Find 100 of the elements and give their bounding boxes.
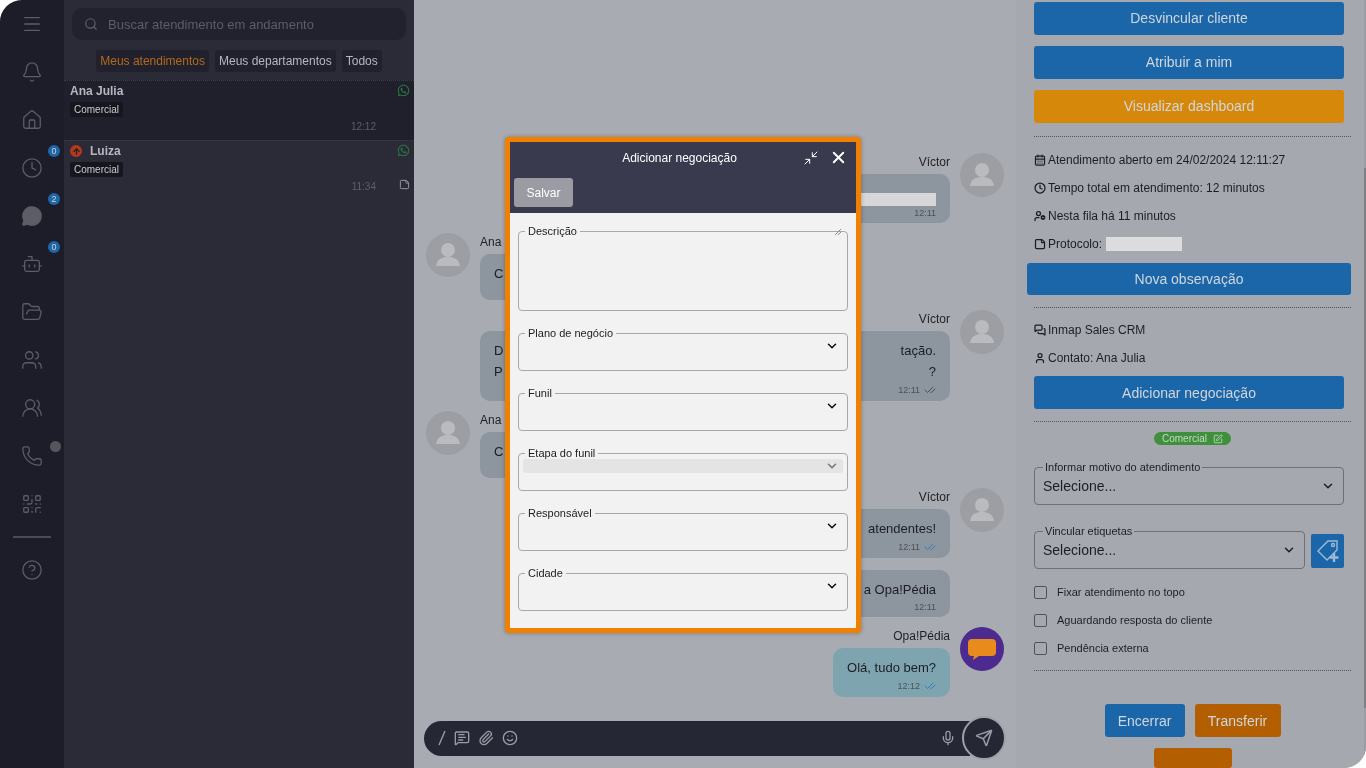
minimize-button[interactable]	[803, 149, 819, 166]
microphone-icon[interactable]	[940, 730, 956, 746]
message-text: C	[494, 265, 504, 283]
sender-name: Ana	[480, 413, 502, 427]
checkbox[interactable]	[1034, 641, 1047, 655]
sender-name: Víctor	[918, 155, 950, 169]
message-text: C	[494, 443, 504, 461]
quick-message-icon[interactable]	[454, 730, 470, 746]
clock-icon[interactable]	[21, 157, 43, 179]
department-tag: Comercial	[70, 102, 123, 117]
users-icon[interactable]	[21, 349, 43, 371]
checkbox[interactable]	[1034, 613, 1047, 627]
whatsapp-icon	[397, 84, 410, 97]
contact-icon	[1034, 352, 1046, 365]
whatsapp-icon	[397, 144, 410, 157]
contact-name: Luiza	[90, 144, 121, 158]
filter-tab[interactable]: Meus departamentos	[215, 50, 336, 72]
field-label: Descrição	[527, 225, 578, 237]
message-text: ?	[928, 363, 936, 381]
select-value: Selecione...	[1043, 541, 1117, 558]
field-label: Informar motivo do atendimento	[1044, 461, 1202, 474]
message-text: Olá, tudo bem?	[847, 659, 936, 677]
sender-name: Víctor	[918, 490, 950, 504]
bell-icon[interactable]	[21, 61, 43, 83]
message-text: P	[494, 363, 503, 381]
filter-tab[interactable]: Meus atendimentos	[96, 50, 209, 72]
search-icon	[84, 17, 98, 31]
action-button[interactable]: Desvincular cliente	[1034, 2, 1344, 35]
select-field[interactable]: Funil	[518, 387, 848, 431]
department-tag: Comercial	[70, 162, 123, 177]
sender-name: Víctor	[918, 312, 950, 326]
select-field[interactable]: Plano de negócio	[518, 327, 848, 371]
message-text: D	[494, 342, 504, 360]
robot-icon[interactable]	[21, 253, 43, 275]
select-field[interactable]: Cidade	[518, 567, 848, 611]
action-button[interactable]: Encerrar	[1104, 704, 1185, 738]
message-text: tação.	[900, 342, 936, 360]
field-label: Responsável	[527, 507, 593, 519]
text-area[interactable]: Descrição	[518, 225, 848, 311]
send-button[interactable]	[962, 716, 1006, 760]
calendar-icon	[1034, 153, 1046, 166]
info-text: Inmap Sales CRM	[1048, 323, 1146, 338]
emoji-icon[interactable]	[502, 730, 518, 746]
conversation-time: 12:12	[350, 121, 376, 132]
conversation-item[interactable]: Ana Julia Comercial 12:12	[64, 80, 414, 140]
action-button[interactable]: Atribuir a mim	[1034, 45, 1344, 79]
info-text: Nesta fila há 11 minutos	[1048, 208, 1176, 223]
checkbox-option[interactable]: Aguardando resposta do cliente	[1034, 606, 1351, 635]
phone-icon[interactable]	[21, 445, 43, 467]
chat-icon[interactable]	[21, 205, 43, 227]
info-text: Protocolo:	[1048, 236, 1103, 251]
message-composer[interactable]	[424, 720, 970, 756]
select-field[interactable]: Responsável	[518, 507, 848, 551]
message-time: 12:11	[898, 542, 920, 552]
search-field[interactable]: Buscar atendimento em andamento	[72, 8, 406, 40]
field-label: Vincular etiquetas	[1044, 525, 1134, 538]
crm-icon	[1034, 324, 1046, 337]
field-label: Cidade	[527, 567, 564, 579]
sender-name: Opa!Pédia	[893, 629, 950, 643]
select-field[interactable]: Informar motivo do atendimento Selecione...	[1034, 461, 1344, 506]
group-icon[interactable]	[21, 397, 43, 419]
message-time: 12:11	[914, 208, 936, 218]
message-time: 12:11	[914, 602, 936, 612]
field-label: Etapa do funil	[527, 447, 597, 459]
checkbox-option[interactable]: Pendência externa	[1034, 634, 1351, 663]
clock-icon	[1034, 181, 1046, 194]
message-text: a Opa!Pédia	[863, 581, 936, 599]
search-input[interactable]: Buscar atendimento em andamento	[106, 15, 394, 33]
add-deal-button[interactable]: Adicionar negociação	[1034, 376, 1344, 410]
message-text: atendentes!	[868, 520, 936, 538]
attach-icon[interactable]	[478, 730, 494, 746]
select-field[interactable]: Vincular etiquetas Selecione...	[1034, 525, 1305, 570]
protocol-icon	[1034, 237, 1046, 250]
edit-icon[interactable]	[1213, 433, 1223, 444]
contact-name: Ana Julia	[70, 84, 124, 98]
count-badge: 0	[48, 241, 60, 253]
slash-icon[interactable]	[438, 730, 446, 746]
count-badge: 0	[48, 145, 60, 157]
help-icon[interactable]	[21, 559, 43, 581]
checkbox-option[interactable]: Fixar atendimento no topo	[1034, 578, 1351, 607]
home-icon[interactable]	[21, 109, 43, 131]
field-label: Plano de negócio	[527, 327, 614, 339]
message-time: 12:11	[898, 385, 920, 395]
info-text: Contato: Ana Julia	[1048, 351, 1146, 366]
checkbox[interactable]	[1034, 585, 1047, 599]
select-value: Selecione...	[1043, 477, 1117, 494]
qr-icon[interactable]	[21, 493, 43, 515]
message-time: 12:12	[897, 681, 920, 691]
new-note-button[interactable]: Nova observação	[1027, 262, 1351, 296]
add-tag-button[interactable]	[1311, 534, 1344, 569]
filter-tab[interactable]: Todos	[341, 50, 382, 72]
folder-icon[interactable]	[21, 301, 43, 323]
dialog-title: Adicionar negociação	[621, 150, 738, 165]
send-icon	[975, 729, 993, 747]
field-label: Funil	[527, 387, 553, 399]
count-badge: 2	[48, 193, 60, 205]
info-text: Tempo total em atendimento: 12 minutos	[1048, 180, 1265, 195]
sender-name: Ana	[480, 235, 502, 249]
resize-handle-icon[interactable]	[834, 228, 842, 236]
queue-icon	[1034, 209, 1046, 222]
